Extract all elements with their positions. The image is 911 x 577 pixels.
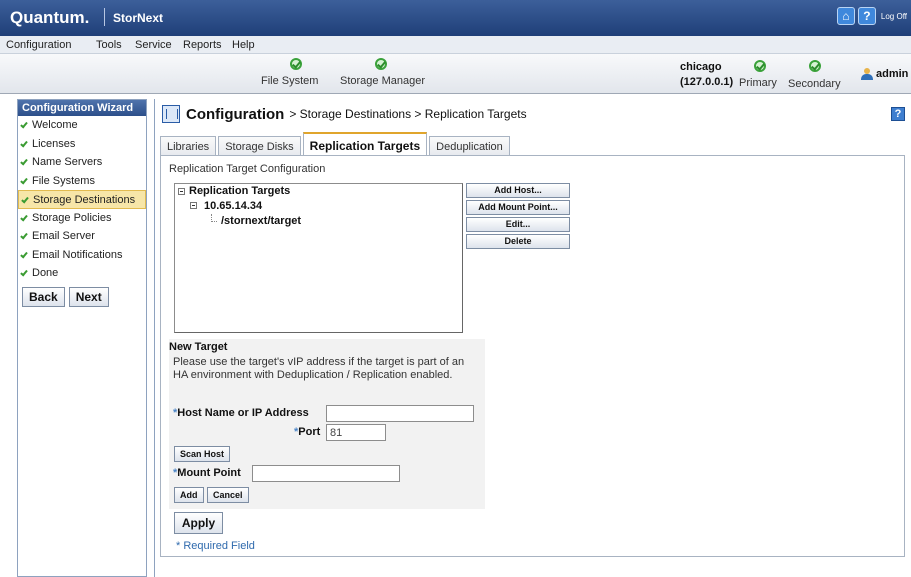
check-icon [20, 157, 28, 166]
new-target-description: Please use the target's vIP address if t… [173, 356, 465, 381]
replication-targets-tree[interactable]: Replication Targets 10.65.14.34 /stornex… [174, 183, 463, 333]
logoff-link[interactable]: Log Off [881, 12, 907, 21]
scan-host-button[interactable]: Scan Host [174, 446, 231, 462]
delete-button[interactable]: Delete [466, 234, 570, 249]
tree-actions: Add Host... Add Mount Point... Edit... D… [466, 183, 570, 249]
host-ip: (127.0.0.1) [680, 76, 734, 88]
storage-manager-ok-icon [375, 58, 387, 70]
menu-service[interactable]: Service [135, 39, 172, 51]
wizard-item-name-servers[interactable]: Name Servers [18, 153, 146, 172]
collapse-icon[interactable] [178, 188, 185, 195]
wizard-item-done[interactable]: Done [18, 264, 146, 283]
help-icon[interactable]: ? [857, 7, 876, 25]
wizard-item-email-notifications[interactable]: Email Notifications [18, 246, 146, 265]
page-help-icon[interactable]: ? [891, 107, 905, 121]
collapse-icon[interactable] [190, 202, 197, 209]
tree-root[interactable]: Replication Targets [189, 185, 290, 197]
back-button[interactable]: Back [22, 286, 65, 307]
check-icon [20, 250, 28, 258]
tree-mount-point[interactable]: /stornext/target [221, 215, 301, 227]
top-bar: Quantum. StorNext ⌂ ? Log Off [0, 0, 911, 36]
check-icon [20, 213, 28, 221]
wizard-item-email-server[interactable]: Email Server [18, 227, 146, 246]
new-target-title: New Target [169, 341, 228, 353]
add-button[interactable]: Add [174, 487, 204, 503]
primary-status: Primary [739, 77, 777, 89]
add-host-button[interactable]: Add Host... [466, 183, 570, 198]
port-field-label: *Port [294, 426, 321, 438]
add-mount-point-button[interactable]: Add Mount Point... [466, 200, 570, 215]
wizard-item-file-systems[interactable]: File Systems [18, 172, 146, 191]
tab-libraries[interactable]: Libraries [160, 136, 217, 156]
tab-replication-targets[interactable]: Replication Targets [302, 132, 428, 156]
menu-configuration[interactable]: Configuration [6, 39, 71, 51]
tab-strip: Libraries Storage Disks Replication Targ… [160, 132, 512, 156]
configuration-wizard: Configuration Wizard Welcome Licenses Na… [17, 99, 147, 577]
tab-storage-disks[interactable]: Storage Disks [218, 136, 301, 156]
tree-host[interactable]: 10.65.14.34 [204, 200, 262, 212]
secondary-status: Secondary [788, 78, 841, 90]
check-icon [20, 176, 28, 184]
tree-connector [211, 214, 217, 222]
wizard-item-storage-destinations[interactable]: Storage Destinations [18, 190, 146, 209]
product-name: StorNext [113, 11, 164, 25]
section-label: Replication Target Configuration [169, 163, 326, 175]
check-icon [21, 195, 29, 204]
file-system-ok-icon [290, 58, 302, 70]
check-icon [20, 268, 28, 277]
cancel-button[interactable]: Cancel [207, 487, 249, 503]
menu-bar: Configuration Tools Service Reports Help [0, 36, 911, 54]
edit-button[interactable]: Edit... [466, 217, 570, 232]
check-icon [20, 231, 28, 240]
port-input[interactable] [326, 424, 386, 441]
file-system-status[interactable]: File System [261, 75, 318, 87]
user-icon [860, 68, 874, 80]
menu-tools[interactable]: Tools [96, 39, 122, 51]
next-button[interactable]: Next [68, 286, 109, 307]
apply-button[interactable]: Apply [174, 512, 223, 534]
user-name[interactable]: admin [876, 68, 908, 80]
mount-point-input[interactable] [252, 465, 400, 482]
check-icon [20, 120, 28, 129]
page-title: Configuration [186, 105, 285, 123]
menu-help[interactable]: Help [232, 39, 255, 51]
check-icon [20, 139, 28, 147]
host-name: chicago [680, 61, 722, 73]
wizard-item-storage-policies[interactable]: Storage Policies [18, 209, 146, 228]
wizard-item-licenses[interactable]: Licenses [18, 135, 146, 154]
page-header: Configuration > Storage Destinations > R… [162, 105, 527, 123]
required-field-note: * Required Field [176, 540, 255, 552]
breadcrumb: > Storage Destinations > Replication Tar… [289, 107, 527, 121]
configuration-icon [162, 105, 180, 123]
host-field-label: *Host Name or IP Address [173, 407, 309, 419]
home-icon[interactable]: ⌂ [836, 7, 855, 25]
primary-ok-icon [754, 60, 766, 72]
brand-logo: Quantum. [10, 8, 90, 27]
storage-manager-status[interactable]: Storage Manager [340, 75, 425, 87]
tab-deduplication[interactable]: Deduplication [429, 136, 510, 156]
secondary-ok-icon [809, 60, 821, 72]
wizard-title: Configuration Wizard [18, 100, 146, 116]
wizard-item-welcome[interactable]: Welcome [18, 116, 146, 135]
new-target-form: New Target Please use the target's vIP a… [169, 339, 485, 509]
tab-content: Replication Target Configuration Replica… [160, 155, 905, 557]
mount-point-label: *Mount Point [173, 467, 241, 479]
main-panel: Configuration > Storage Destinations > R… [154, 99, 911, 577]
header-icons: ⌂ ? Log Off [836, 7, 907, 25]
brand-divider [104, 8, 105, 26]
menu-reports[interactable]: Reports [183, 39, 222, 51]
host-name-input[interactable] [326, 405, 474, 422]
